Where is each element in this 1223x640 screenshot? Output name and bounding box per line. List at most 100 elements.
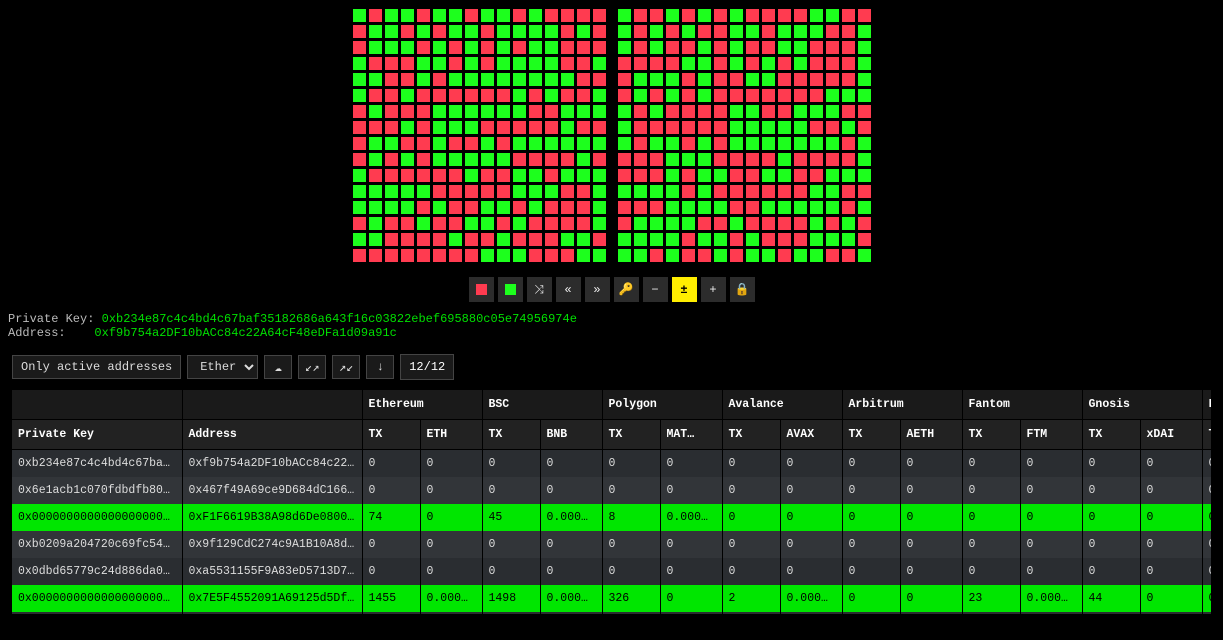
- bit-cell[interactable]: [745, 184, 760, 199]
- bit-cell[interactable]: [400, 168, 415, 183]
- bit-cell[interactable]: [432, 56, 447, 71]
- bit-cell[interactable]: [576, 152, 591, 167]
- bit-cell[interactable]: [592, 24, 607, 39]
- column-header[interactable]: FTM: [1020, 420, 1082, 450]
- bit-cell[interactable]: [432, 248, 447, 263]
- bit-cell[interactable]: [617, 184, 632, 199]
- bit-cell[interactable]: [841, 8, 856, 23]
- bit-cell[interactable]: [649, 24, 664, 39]
- bit-cell[interactable]: [729, 88, 744, 103]
- bit-cell[interactable]: [416, 120, 431, 135]
- bit-cell[interactable]: [761, 232, 776, 247]
- bit-cell[interactable]: [528, 56, 543, 71]
- bit-cell[interactable]: [665, 40, 680, 55]
- bit-cell[interactable]: [576, 56, 591, 71]
- bit-cell[interactable]: [697, 56, 712, 71]
- bit-cell[interactable]: [368, 200, 383, 215]
- bit-cell[interactable]: [384, 56, 399, 71]
- bit-cell[interactable]: [528, 120, 543, 135]
- bit-cell[interactable]: [681, 216, 696, 231]
- bit-cell[interactable]: [464, 40, 479, 55]
- bit-cell[interactable]: [745, 216, 760, 231]
- table-row[interactable]: 0x000000000000000000000000…0x7E5F4552091…: [12, 585, 1211, 612]
- bit-cell[interactable]: [480, 120, 495, 135]
- bit-cell[interactable]: [841, 40, 856, 55]
- bit-cell[interactable]: [793, 8, 808, 23]
- bit-cell[interactable]: [448, 8, 463, 23]
- bit-cell[interactable]: [352, 56, 367, 71]
- bit-cell[interactable]: [352, 24, 367, 39]
- bit-cell[interactable]: [384, 104, 399, 119]
- bit-cell[interactable]: [729, 168, 744, 183]
- bit-cell[interactable]: [416, 88, 431, 103]
- bit-cell[interactable]: [352, 200, 367, 215]
- bit-cell[interactable]: [649, 40, 664, 55]
- bit-cell[interactable]: [416, 168, 431, 183]
- bit-cell[interactable]: [681, 200, 696, 215]
- bit-cell[interactable]: [777, 120, 792, 135]
- bit-cell[interactable]: [649, 200, 664, 215]
- bit-cell[interactable]: [432, 184, 447, 199]
- bit-cell[interactable]: [713, 104, 728, 119]
- bit-cell[interactable]: [681, 168, 696, 183]
- bit-cell[interactable]: [416, 248, 431, 263]
- bit-cell[interactable]: [649, 248, 664, 263]
- bit-cell[interactable]: [400, 24, 415, 39]
- bit-cell[interactable]: [857, 120, 872, 135]
- bit-cell[interactable]: [512, 200, 527, 215]
- bit-cell[interactable]: [464, 184, 479, 199]
- bit-cell[interactable]: [400, 120, 415, 135]
- bit-cell[interactable]: [761, 248, 776, 263]
- bit-cell[interactable]: [681, 72, 696, 87]
- bit-cell[interactable]: [617, 168, 632, 183]
- bit-cell[interactable]: [544, 248, 559, 263]
- bit-cell[interactable]: [400, 216, 415, 231]
- bit-cell[interactable]: [633, 104, 648, 119]
- bit-cell[interactable]: [633, 248, 648, 263]
- swatch-red-button[interactable]: [469, 277, 494, 302]
- bit-cell[interactable]: [368, 120, 383, 135]
- column-header[interactable]: Private Key: [12, 420, 182, 450]
- bit-cell[interactable]: [560, 88, 575, 103]
- bit-cell[interactable]: [512, 72, 527, 87]
- bit-cell[interactable]: [544, 184, 559, 199]
- bit-cell[interactable]: [729, 136, 744, 151]
- bit-cell[interactable]: [809, 248, 824, 263]
- bit-cell[interactable]: [649, 88, 664, 103]
- bit-cell[interactable]: [713, 8, 728, 23]
- bit-cell[interactable]: [528, 152, 543, 167]
- bit-cell[interactable]: [825, 120, 840, 135]
- bit-cell[interactable]: [857, 72, 872, 87]
- bit-cell[interactable]: [745, 200, 760, 215]
- bit-cell[interactable]: [713, 216, 728, 231]
- bit-cell[interactable]: [560, 72, 575, 87]
- table-row[interactable]: 0x0dbd65779c24d886da0ef96…0xa5531155F9A8…: [12, 558, 1211, 585]
- bit-cell[interactable]: [416, 216, 431, 231]
- table-row[interactable]: 0xb0209a204720c69fc541b80…0x9f129CdC274c…: [12, 531, 1211, 558]
- bit-cell[interactable]: [857, 152, 872, 167]
- bit-cell[interactable]: [681, 136, 696, 151]
- bit-cell[interactable]: [528, 104, 543, 119]
- bit-cell[interactable]: [368, 184, 383, 199]
- bit-cell[interactable]: [633, 24, 648, 39]
- bit-cell[interactable]: [777, 168, 792, 183]
- bit-cell[interactable]: [480, 72, 495, 87]
- bit-cell[interactable]: [544, 200, 559, 215]
- bit-cell[interactable]: [793, 120, 808, 135]
- bit-cell[interactable]: [665, 168, 680, 183]
- bit-cell[interactable]: [777, 56, 792, 71]
- bit-cell[interactable]: [544, 24, 559, 39]
- bit-cell[interactable]: [825, 56, 840, 71]
- bit-cell[interactable]: [809, 72, 824, 87]
- bit-cell[interactable]: [416, 40, 431, 55]
- bit-cell[interactable]: [617, 152, 632, 167]
- bit-cell[interactable]: [448, 24, 463, 39]
- bit-cell[interactable]: [464, 136, 479, 151]
- bit-cell[interactable]: [384, 88, 399, 103]
- bit-cell[interactable]: [592, 232, 607, 247]
- bit-cell[interactable]: [352, 248, 367, 263]
- prev-page-button[interactable]: «: [556, 277, 581, 302]
- bit-cell[interactable]: [713, 152, 728, 167]
- bit-cell[interactable]: [729, 40, 744, 55]
- bit-cell[interactable]: [480, 88, 495, 103]
